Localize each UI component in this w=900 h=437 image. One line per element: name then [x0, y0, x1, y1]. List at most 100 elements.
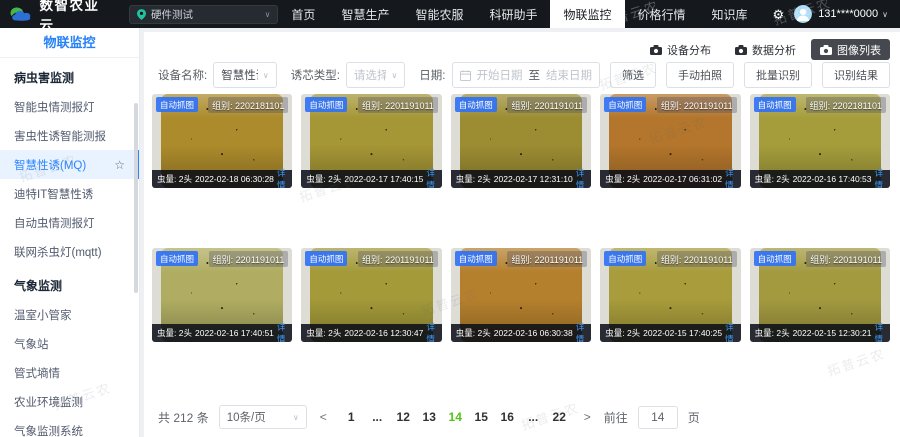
sidebar-item[interactable]: 迪特IT智慧性诱 — [0, 179, 139, 208]
insect-count: 虫量: 2头 — [755, 173, 790, 185]
user-avatar[interactable] — [794, 5, 812, 23]
insect-count-value: 2头 — [478, 328, 491, 338]
card-top-overlay: 自动抓图 组别: 2201191011 — [754, 251, 886, 267]
page-number[interactable]: ... — [366, 405, 389, 429]
sidebar-item[interactable]: 温室小管家 — [0, 300, 139, 329]
group-id: 组别: 2201191011 — [507, 251, 587, 267]
batch-recognize-button[interactable]: 批量识别 — [744, 62, 812, 88]
detail-link[interactable]: 详情 — [277, 167, 287, 188]
group-id: 组别: 2202181101 — [208, 97, 288, 113]
detail-link[interactable]: 详情 — [426, 321, 436, 342]
sidebar-item-label: 自动虫情测报灯 — [14, 215, 95, 231]
auto-capture-badge: 自动抓图 — [754, 251, 796, 266]
goto-page-input[interactable] — [638, 406, 678, 429]
main-content: 设备分布 数据分析 图像列表 设备名称: 智慧性诱(1610 — [144, 32, 900, 437]
nav-item[interactable]: 价格行情 — [625, 0, 699, 28]
insect-count-label: 虫量: — [605, 328, 624, 338]
page-number[interactable]: 12 — [392, 405, 415, 429]
trap-image-card[interactable]: 自动抓图 组别: 2201191011 虫量: 2头 2022-02-15 12… — [750, 248, 890, 342]
trap-image-card[interactable]: 自动抓图 组别: 2202181101 虫量: 2头 2022-02-16 17… — [750, 94, 890, 188]
date-to-label: 至 — [529, 67, 541, 83]
detail-link[interactable]: 详情 — [875, 321, 885, 342]
page-size-select[interactable]: 10条/页 ∨ — [219, 405, 307, 429]
view-tab[interactable]: 设备分布 — [641, 39, 720, 60]
user-menu[interactable]: 131****0000 ∨ — [818, 8, 888, 20]
card-top-overlay: 自动抓图 组别: 2202181101 — [754, 97, 886, 113]
next-page-button[interactable]: > — [581, 410, 594, 424]
group-id: 组别: 2201191011 — [358, 251, 438, 267]
trap-image-card[interactable]: 自动抓图 组别: 2201191011 虫量: 2头 2022-02-17 06… — [600, 94, 740, 188]
capture-timestamp: 2022-02-16 06:30:38 — [494, 328, 573, 338]
trap-image-card[interactable]: 自动抓图 组别: 2202181101 虫量: 2头 2022-02-18 06… — [152, 94, 292, 188]
card-top-overlay: 自动抓图 组别: 2201191011 — [305, 97, 437, 113]
settings-gear-icon[interactable]: ⚙ — [773, 8, 785, 21]
recognition-result-button[interactable]: 识别结果 — [822, 62, 890, 88]
camera-icon — [735, 45, 747, 55]
sidebar-item[interactable]: 联网杀虫灯(mqtt) — [0, 237, 139, 266]
page-number[interactable]: 14 — [444, 405, 467, 429]
trap-image-card[interactable]: 自动抓图 组别: 2201191011 虫量: 2头 2022-02-16 17… — [152, 248, 292, 342]
group-value: 2201191011 — [684, 101, 733, 111]
nav-item[interactable]: 智能农服 — [402, 0, 476, 28]
detail-link[interactable]: 详情 — [277, 321, 287, 342]
nav-item[interactable]: 物联监控 — [550, 0, 624, 28]
group-id: 组别: 2201191011 — [806, 251, 886, 267]
page-number[interactable]: 15 — [470, 405, 493, 429]
nav-item[interactable]: 首页 — [278, 0, 328, 28]
sidebar-item[interactable]: 自动虫情测报灯 — [0, 208, 139, 237]
detail-link[interactable]: 详情 — [725, 167, 735, 188]
manual-photo-button[interactable]: 手动拍照 — [666, 62, 734, 88]
page-number[interactable]: 1 — [340, 405, 363, 429]
insect-count-value: 2头 — [478, 174, 491, 184]
app: 数智农业云 硬件测试 ∨ 首页智慧生产智能农服科研助手物联监控价格行情知识库 ⚙… — [0, 0, 900, 437]
view-tab[interactable]: 数据分析 — [726, 39, 805, 60]
trap-image-card[interactable]: 自动抓图 组别: 2201191011 虫量: 2头 2022-02-17 17… — [301, 94, 441, 188]
sidebar-item[interactable]: 害虫性诱智能测报 — [0, 121, 139, 150]
nav-item[interactable]: 科研助手 — [476, 0, 550, 28]
detail-link[interactable]: 详情 — [725, 321, 735, 342]
prev-page-button[interactable]: < — [317, 410, 330, 424]
favorite-star-icon: ☆ — [114, 158, 125, 172]
page-number[interactable]: 16 — [496, 405, 519, 429]
sidebar-item[interactable]: 气象站 — [0, 329, 139, 358]
org-selector-value: 硬件测试 — [151, 7, 193, 22]
auto-capture-badge: 自动抓图 — [455, 251, 497, 266]
detail-link[interactable]: 详情 — [426, 167, 436, 188]
detail-link[interactable]: 详情 — [875, 167, 885, 188]
group-label: 组别: — [511, 255, 532, 265]
filter-button[interactable]: 筛选 — [610, 62, 656, 88]
page-number[interactable]: 13 — [418, 405, 441, 429]
date-range-input[interactable]: 开始日期 至 结束日期 — [452, 62, 601, 88]
page-number[interactable]: 22 — [548, 405, 571, 429]
page-number[interactable]: ... — [522, 405, 545, 429]
sidebar-item[interactable]: 气象监测系统 — [0, 416, 139, 437]
nav-item[interactable]: 知识库 — [699, 0, 761, 28]
trap-image-card[interactable]: 自动抓图 组别: 2201191011 虫量: 2头 2022-02-15 17… — [600, 248, 740, 342]
insect-count-label: 虫量: — [157, 174, 176, 184]
capture-timestamp: 2022-02-17 12:31:10 — [494, 174, 573, 184]
lure-type-select[interactable]: 请选择 ∨ — [346, 62, 405, 88]
card-bottom-bar: 虫量: 2头 2022-02-15 17:40:25 详情 — [600, 324, 740, 342]
sidebar-item[interactable]: 农业环境监测 — [0, 387, 139, 416]
sidebar-item-label: 温室小管家 — [14, 307, 72, 323]
sidebar-scrollbar[interactable] — [134, 103, 138, 293]
nav-item[interactable]: 智慧生产 — [328, 0, 402, 28]
capture-timestamp: 2022-02-16 17:40:51 — [195, 328, 274, 338]
sidebar-item[interactable]: 管式墒情 — [0, 358, 139, 387]
device-select[interactable]: 智慧性诱(1610 ∨ — [213, 62, 277, 88]
trap-image-card[interactable]: 自动抓图 组别: 2201191011 虫量: 2头 2022-02-17 12… — [451, 94, 591, 188]
insect-count-value: 2头 — [328, 174, 341, 184]
view-tab[interactable]: 图像列表 — [811, 39, 890, 60]
trap-image-card[interactable]: 自动抓图 组别: 2201191011 虫量: 2头 2022-02-16 12… — [301, 248, 441, 342]
sidebar-item[interactable]: 智能虫情测报灯 — [0, 92, 139, 121]
detail-link[interactable]: 详情 — [576, 321, 586, 342]
sidebar-item[interactable]: 智慧性诱(MQ) ☆ — [0, 150, 139, 179]
insect-count-value: 2头 — [776, 328, 789, 338]
org-selector[interactable]: 硬件测试 ∨ — [129, 5, 278, 24]
card-top-overlay: 自动抓图 组别: 2201191011 — [455, 97, 587, 113]
view-tab-label: 设备分布 — [667, 42, 711, 58]
detail-link[interactable]: 详情 — [576, 167, 586, 188]
trap-image-card[interactable]: 自动抓图 组别: 2201191011 虫量: 2头 2022-02-16 06… — [451, 248, 591, 342]
insect-count-value: 2头 — [179, 328, 192, 338]
group-label: 组别: — [213, 255, 234, 265]
